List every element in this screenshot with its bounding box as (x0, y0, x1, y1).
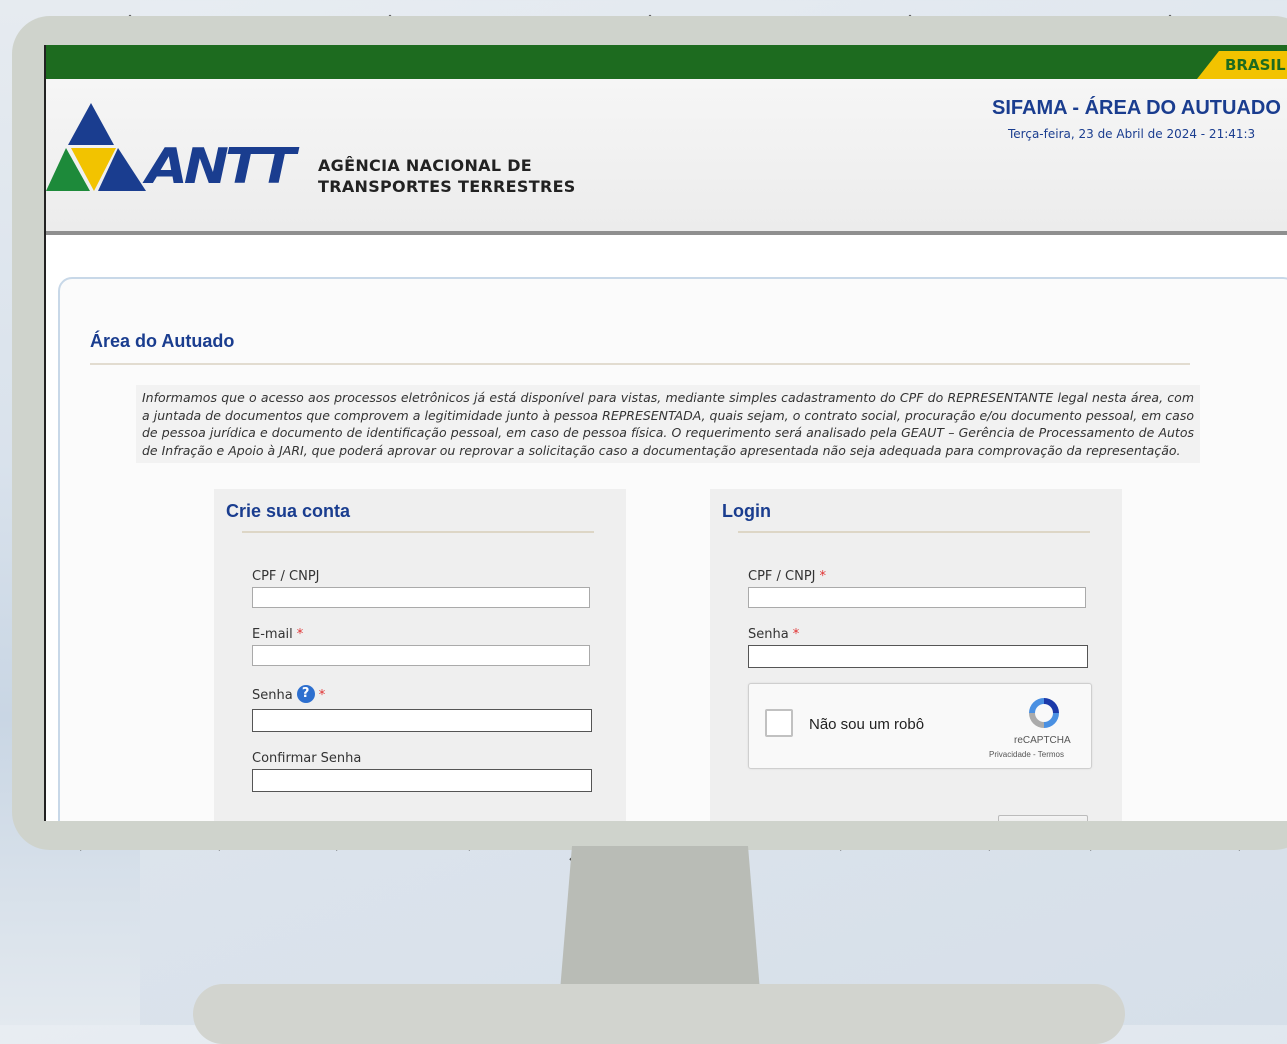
required-mark: * (792, 627, 800, 642)
current-datetime: Terça-feira, 23 de Abril de 2024 - 21:41… (1008, 127, 1256, 141)
login-password-label-text: Senha (748, 627, 789, 642)
access-notice: Informamos que o acesso aos processos el… (136, 385, 1200, 463)
recaptcha-label: Não sou um robô (809, 716, 925, 733)
login-password-input[interactable] (748, 645, 1088, 668)
register-email-label-text: E-mail (252, 627, 293, 642)
site-header: ANTT AGÊNCIA NACIONAL DE TRANSPORTES TER… (46, 79, 1287, 231)
gov-top-bar: BRASIL (46, 45, 1287, 79)
content-panel: Área do Autuado Informamos que o acesso … (58, 277, 1287, 821)
register-email-input[interactable] (252, 645, 590, 666)
agency-name: AGÊNCIA NACIONAL DE TRANSPORTES TERRESTR… (318, 155, 576, 197)
password-help-icon[interactable]: ? (296, 685, 315, 703)
required-mark: * (819, 569, 827, 584)
register-title: Crie sua conta (226, 501, 351, 521)
antt-logo-icon[interactable] (46, 103, 156, 193)
register-confirm-input[interactable] (252, 769, 592, 792)
register-cpf-label-text: CPF / CNPJ (252, 569, 320, 584)
register-confirm-label: Confirmar Senha (252, 751, 361, 766)
login-submit-button[interactable] (998, 815, 1088, 821)
antt-logo-text: ANTT (146, 138, 296, 195)
login-card: Login CPF / CNPJ * Senha * Não sou um robô (710, 489, 1122, 821)
recaptcha-icon (1029, 698, 1059, 728)
header-divider (46, 231, 1287, 235)
required-mark: * (296, 627, 304, 642)
login-cpf-label-text: CPF / CNPJ (748, 569, 816, 584)
agency-name-line2: TRANSPORTES TERRESTRES (318, 177, 576, 196)
register-password-input[interactable] (252, 709, 592, 732)
login-title: Login (722, 501, 771, 521)
register-password-label: Senha? * (252, 685, 325, 703)
agency-name-line1: AGÊNCIA NACIONAL DE (318, 156, 533, 175)
login-divider (738, 531, 1090, 533)
register-email-label: E-mail * (252, 627, 303, 642)
login-cpf-input[interactable] (748, 587, 1086, 608)
register-confirm-label-text: Confirmar Senha (252, 751, 362, 766)
recaptcha-brand: reCAPTCHA (1014, 735, 1071, 746)
register-cpf-label: CPF / CNPJ (252, 569, 320, 584)
register-divider (242, 531, 594, 533)
brasil-link[interactable]: BRASIL (1197, 51, 1287, 79)
monitor-screen: BRASIL ANTT AGÊNCIA NACIONAL DE TRANSPOR… (44, 45, 1287, 821)
monitor-stand-neck (560, 846, 760, 991)
login-password-label: Senha * (748, 627, 799, 642)
recaptcha-widget: Não sou um robô reCAPTCHA Privacidade - … (748, 683, 1092, 769)
register-card: Crie sua conta CPF / CNPJ E-mail * Senha?… (214, 489, 626, 821)
system-title: SIFAMA - ÁREA DO AUTUADO (992, 97, 1281, 119)
recaptcha-terms-link[interactable]: Privacidade - Termos (989, 750, 1064, 759)
title-divider (90, 363, 1190, 365)
required-mark: * (318, 688, 326, 703)
register-cpf-input[interactable] (252, 587, 590, 608)
page-title: Área do Autuado (90, 331, 235, 351)
login-cpf-label: CPF / CNPJ * (748, 569, 826, 584)
recaptcha-checkbox[interactable] (765, 709, 793, 737)
monitor-stand-base (193, 984, 1125, 1044)
register-password-label-text: Senha (252, 688, 293, 703)
